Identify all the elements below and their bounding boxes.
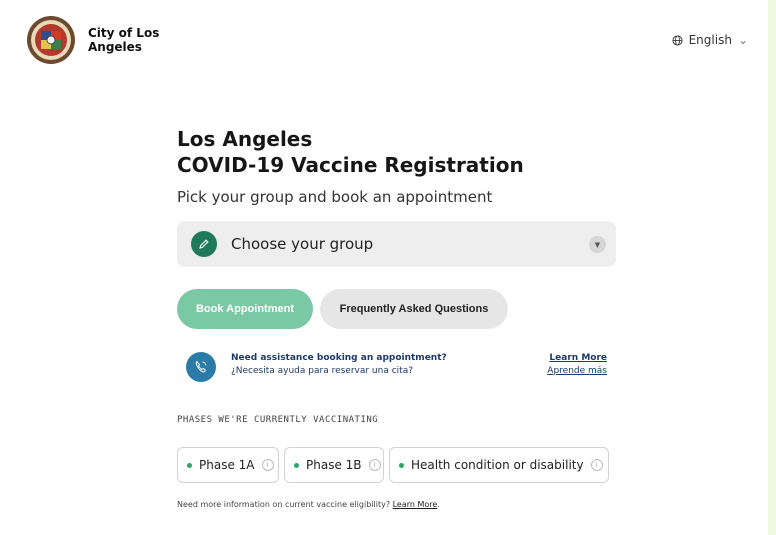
eligibility-note-text: Need more information on current vaccine… <box>177 500 393 509</box>
choose-group-dropdown[interactable]: Choose your group ▼ <box>177 221 616 267</box>
info-icon[interactable]: i <box>261 459 274 471</box>
title-line-2: COVID-19 Vaccine Registration <box>177 153 524 177</box>
phase-label: Health condition or disability <box>411 458 584 472</box>
status-dot <box>399 462 404 468</box>
phase-chip-1a[interactable]: Phase 1A i <box>177 447 279 483</box>
phone-icon <box>186 352 216 382</box>
choose-group-label: Choose your group <box>231 235 374 253</box>
pencil-icon <box>191 231 217 257</box>
learn-more-link[interactable]: Learn More <box>549 353 607 363</box>
phase-chip-health-condition[interactable]: Health condition or disability i <box>389 447 609 483</box>
phase-chip-1b[interactable]: Phase 1B i <box>284 447 384 483</box>
book-appointment-button[interactable]: Book Appointment <box>177 289 313 329</box>
language-selector[interactable]: English ⌄ <box>672 33 748 47</box>
city-logo[interactable]: City of Los Angeles <box>26 15 168 65</box>
faq-button[interactable]: Frequently Asked Questions <box>320 289 508 329</box>
assistance-question-es: ¿Necesita ayuda para reservar una cita? <box>231 366 413 376</box>
page-subtitle: Pick your group and book an appointment <box>177 188 493 206</box>
status-dot <box>187 462 192 468</box>
title-line-1: Los Angeles <box>177 127 313 151</box>
phase-label: Phase 1A <box>199 458 255 472</box>
page-title: Los Angeles COVID-19 Vaccine Registratio… <box>177 126 524 178</box>
eligibility-learn-more-link[interactable]: Learn More <box>393 500 438 509</box>
eligibility-note: Need more information on current vaccine… <box>177 500 440 509</box>
chevron-down-icon: ⌄ <box>737 33 748 47</box>
globe-icon <box>672 34 683 46</box>
assistance-section: Need assistance booking an appointment? … <box>186 350 607 384</box>
info-icon[interactable]: i <box>590 459 603 471</box>
aprende-mas-link[interactable]: Aprende más <box>547 366 607 376</box>
assistance-question-en: Need assistance booking an appointment? <box>231 353 447 363</box>
dropdown-arrow-icon: ▼ <box>589 236 606 253</box>
info-icon[interactable]: i <box>368 459 381 471</box>
status-dot <box>294 462 299 468</box>
city-name: City of Los Angeles <box>88 26 160 54</box>
eligibility-note-suffix: . <box>437 500 440 509</box>
language-label: English <box>688 33 732 47</box>
page: City of Los Angeles English ⌄ Los Angele… <box>0 0 768 535</box>
phases-heading: PHASES WE'RE CURRENTLY VACCINATING <box>177 415 379 425</box>
phase-label: Phase 1B <box>306 458 362 472</box>
city-seal-icon <box>27 16 75 64</box>
